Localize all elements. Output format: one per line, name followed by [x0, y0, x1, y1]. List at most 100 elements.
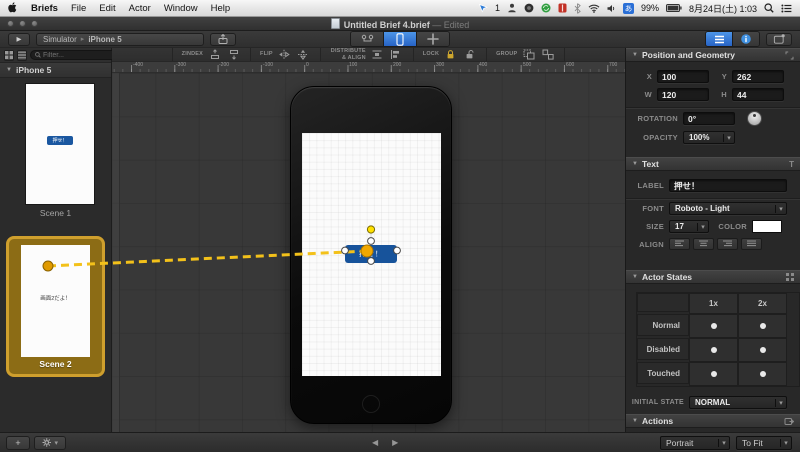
ime-icon[interactable]: あ: [622, 2, 634, 14]
scene-1-label[interactable]: Scene 1: [0, 208, 111, 218]
menu-item-edit[interactable]: Edit: [99, 3, 115, 14]
pointer-icon[interactable]: [478, 3, 488, 13]
scene-1-mini-button: 押せ！: [47, 136, 73, 145]
inspector-list-view-button[interactable]: [706, 32, 733, 46]
lock-button[interactable]: [443, 49, 458, 61]
opacity-dropdown[interactable]: 100% ▾: [683, 131, 735, 144]
color-swatch[interactable]: [752, 220, 782, 233]
section-header-position[interactable]: ▼ Position and Geometry: [626, 48, 800, 62]
menu-item-file[interactable]: File: [71, 3, 86, 14]
font-dropdown[interactable]: Roboto - Light ▾: [669, 202, 787, 215]
disclosure-icon[interactable]: ▼: [632, 52, 638, 58]
breadcrumb-separator-icon: ▸: [80, 36, 85, 43]
button-actor-selected[interactable]: 押せ！: [345, 245, 397, 263]
device-group-header[interactable]: ▼ iPhone 5: [0, 63, 111, 78]
rotation-input[interactable]: [683, 112, 735, 125]
disclosure-icon[interactable]: ▼: [6, 67, 12, 73]
lens-icon[interactable]: [524, 3, 534, 13]
state-touched-1x-cell[interactable]: [689, 362, 738, 386]
inspector-info-view-button[interactable]: [733, 32, 759, 46]
state-normal-1x-cell[interactable]: [689, 314, 738, 338]
orientation-dropdown[interactable]: Portrait ▾: [660, 435, 730, 450]
section-header-actions[interactable]: ▼ Actions: [626, 414, 800, 428]
menu-item-app[interactable]: Briefs: [31, 3, 58, 14]
unlock-button[interactable]: [462, 49, 477, 61]
initial-state-dropdown[interactable]: NORMAL ▾: [689, 396, 787, 409]
group-icon: [523, 49, 535, 60]
silhouette-icon[interactable]: [507, 3, 517, 13]
scene-canvas[interactable]: 押せ！: [112, 73, 625, 432]
menu-item-help[interactable]: Help: [211, 3, 231, 14]
breadcrumb-device[interactable]: iPhone 5: [88, 35, 121, 44]
position-body: X Y W H ROTATION OPACITY 100%: [626, 62, 800, 157]
w-input[interactable]: [657, 88, 709, 101]
flip-vertical-button[interactable]: [296, 49, 311, 61]
share-button[interactable]: [210, 32, 236, 46]
state-disabled-1x-cell[interactable]: [689, 338, 738, 362]
send-backward-icon: [229, 50, 238, 60]
notification-center-icon[interactable]: [781, 4, 792, 13]
distribute-button[interactable]: [370, 49, 385, 61]
disclosure-icon[interactable]: ▼: [632, 418, 638, 424]
flip-horizontal-button[interactable]: [277, 49, 292, 61]
share-icon: [218, 33, 228, 44]
x-input[interactable]: [657, 70, 709, 83]
add-scene-button[interactable]: +: [6, 435, 30, 450]
grid-view-toggle[interactable]: [4, 49, 14, 61]
scene-1-thumbnail[interactable]: 押せ！: [25, 83, 95, 205]
previous-scene-button[interactable]: ◀: [372, 438, 378, 447]
section-header-actor-states[interactable]: ▼ Actor States: [626, 270, 800, 284]
send-backward-button[interactable]: [226, 49, 241, 61]
expand-icon[interactable]: [785, 51, 794, 60]
group-button[interactable]: [521, 49, 536, 61]
state-normal-2x-cell[interactable]: [738, 314, 787, 338]
initial-state-label: INITIAL STATE: [631, 399, 684, 406]
bluetooth-icon[interactable]: [574, 2, 581, 14]
breadcrumb[interactable]: Simulator ▸ iPhone 5: [36, 32, 204, 46]
size-dropdown[interactable]: 17 ▾: [669, 220, 709, 233]
align-center-button[interactable]: [693, 238, 714, 250]
align-right-button[interactable]: [717, 238, 738, 250]
mode-scene-editor-button[interactable]: [384, 32, 417, 46]
wifi-icon[interactable]: [588, 4, 600, 13]
zoom-dropdown[interactable]: To Fit ▾: [736, 435, 792, 450]
state-touched-2x-cell[interactable]: [738, 362, 787, 386]
battery-icon[interactable]: [665, 4, 682, 12]
next-scene-button[interactable]: ▶: [392, 438, 398, 447]
disclosure-icon[interactable]: ▼: [632, 161, 638, 167]
menu-clock[interactable]: 8月24日(土) 1:03: [689, 2, 757, 15]
y-input[interactable]: [732, 70, 784, 83]
volume-icon[interactable]: [607, 4, 616, 13]
h-input[interactable]: [732, 88, 784, 101]
close-window-button[interactable]: [7, 20, 14, 27]
align-button[interactable]: [389, 49, 404, 61]
spotlight-icon[interactable]: [764, 3, 774, 13]
library-button[interactable]: [766, 32, 792, 46]
settings-button[interactable]: ▾: [34, 435, 66, 450]
red-app-icon[interactable]: [558, 3, 567, 13]
scene-2-thumbnail-selected[interactable]: 画面2だよ！ Scene 2: [6, 236, 105, 377]
menu-item-actor[interactable]: Actor: [129, 3, 151, 14]
play-button[interactable]: ▶: [8, 32, 30, 46]
minimize-window-button[interactable]: [19, 20, 26, 27]
state-disabled-2x-cell[interactable]: [738, 338, 787, 362]
align-justify-button[interactable]: [741, 238, 762, 250]
window-title-bar: Untitled Brief 4.brief — Edited: [0, 17, 800, 31]
breadcrumb-root[interactable]: Simulator: [43, 35, 77, 44]
disclosure-icon[interactable]: ▼: [632, 274, 638, 280]
mode-actor-button[interactable]: [417, 32, 449, 46]
list-view-toggle[interactable]: [17, 49, 27, 61]
apple-menu-icon[interactable]: [8, 2, 18, 14]
menu-item-window[interactable]: Window: [164, 3, 198, 14]
zoom-window-button[interactable]: [31, 20, 38, 27]
ungroup-button[interactable]: [540, 49, 555, 61]
align-left-button[interactable]: [669, 238, 690, 250]
green-app-icon[interactable]: [541, 3, 551, 13]
ruler-tick-label: -300: [176, 62, 187, 68]
chevron-down-icon: ▾: [775, 398, 786, 407]
label-input[interactable]: [669, 179, 787, 192]
mode-storyboard-button[interactable]: [351, 32, 384, 46]
rotation-knob[interactable]: [747, 111, 762, 126]
bring-forward-button[interactable]: [207, 49, 222, 61]
section-header-text[interactable]: ▼ Text T: [626, 157, 800, 171]
